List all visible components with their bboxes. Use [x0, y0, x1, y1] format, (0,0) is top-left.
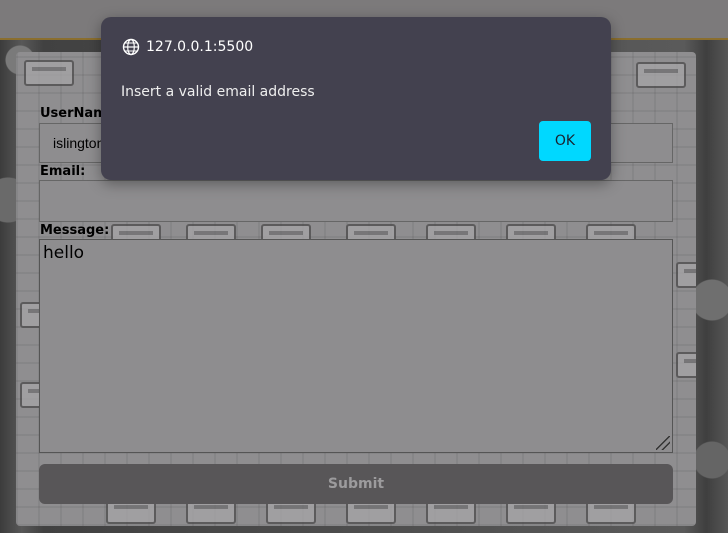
printer-pattern-icon	[676, 262, 696, 288]
message-text: hello	[43, 243, 85, 263]
printer-pattern-icon	[24, 60, 74, 86]
alert-origin-text: 127.0.0.1:5500	[146, 39, 254, 55]
email-field[interactable]	[39, 180, 673, 222]
submit-button[interactable]: Submit	[39, 464, 673, 504]
ok-button[interactable]: OK	[539, 121, 591, 161]
resize-handle[interactable]	[656, 436, 670, 450]
message-label: Message:	[40, 223, 110, 238]
alert-origin: 127.0.0.1:5500	[122, 38, 253, 56]
printer-pattern-icon	[636, 62, 686, 88]
email-label: Email:	[40, 164, 86, 179]
globe-icon	[122, 38, 140, 56]
message-textarea[interactable]: hello	[39, 239, 673, 453]
alert-dialog: 127.0.0.1:5500 Insert a valid email addr…	[101, 17, 611, 180]
printer-pattern-icon	[676, 352, 696, 378]
alert-message: Insert a valid email address	[121, 84, 315, 100]
